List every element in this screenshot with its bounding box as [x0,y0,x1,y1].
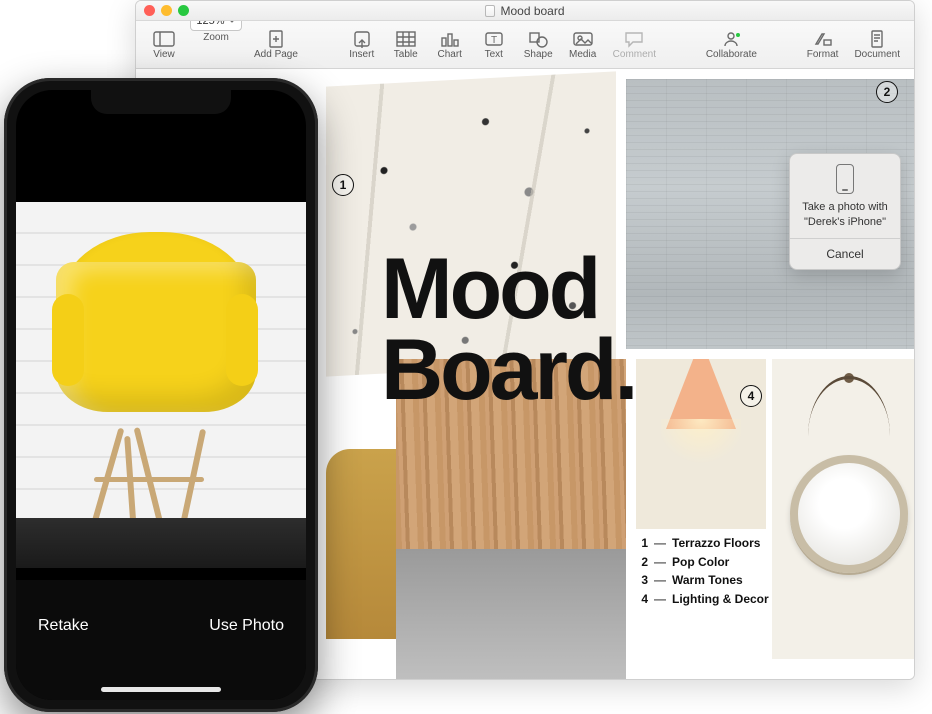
comment-button[interactable]: Comment [607,25,662,65]
continuity-camera-popover: Take a photo with "Derek's iPhone" Cance… [789,153,901,270]
legend-row: 3—Warm Tones [636,571,769,590]
marker-2[interactable]: 2 [876,81,898,103]
use-photo-button[interactable]: Use Photo [209,617,284,635]
media-icon [572,30,594,48]
insert-icon [351,30,373,48]
view-button[interactable]: View [144,25,184,65]
shape-icon [527,30,549,48]
legend-row: 4—Lighting & Decor [636,590,769,609]
format-icon [812,30,834,48]
home-indicator[interactable] [101,687,221,692]
format-button[interactable]: Format [801,25,845,65]
text-icon: T [483,30,505,48]
minimize-window-button[interactable] [161,5,172,16]
add-page-button[interactable]: Add Page [248,25,304,65]
legend-row: 2—Pop Color [636,553,769,572]
text-button[interactable]: T Text [474,25,514,65]
notch [91,90,231,114]
camera-photo-preview[interactable] [16,202,306,568]
close-window-button[interactable] [144,5,155,16]
table-icon [395,30,417,48]
table-button[interactable]: Table [386,25,426,65]
phone-icon [836,164,854,194]
chart-button[interactable]: Chart [430,25,470,65]
document-icon [866,30,888,48]
legend-row: 1—Terrazzo Floors [636,534,769,553]
shape-button[interactable]: Shape [518,25,559,65]
window-title: Mood board [500,4,564,18]
iphone-screen: Retake Use Photo [16,90,306,700]
iphone-device: Retake Use Photo [4,78,318,712]
document-icon [485,5,495,17]
image-mirror[interactable] [772,359,914,659]
legend: 1—Terrazzo Floors 2—Pop Color 3—Warm Ton… [636,534,769,608]
insert-button[interactable]: Insert [342,25,382,65]
image-fur-throw[interactable] [396,549,626,679]
retake-button[interactable]: Retake [38,617,89,635]
zoom-control[interactable]: 125% Zoom [188,25,244,65]
cancel-button[interactable]: Cancel [796,239,894,269]
image-pendant-lamp[interactable] [636,359,766,529]
marker-4[interactable]: 4 [740,385,762,407]
add-page-icon [265,30,287,48]
svg-text:T: T [491,35,497,46]
maximize-window-button[interactable] [178,5,189,16]
toolbar: View 125% Zoom Add Page Insert [136,21,914,69]
camera-action-bar: Retake Use Photo [16,580,306,700]
window-controls [144,5,189,16]
collaborate-button[interactable]: Collaborate [700,25,763,65]
media-button[interactable]: Media [563,25,603,65]
window-titlebar[interactable]: Mood board [136,1,914,21]
marker-1[interactable]: 1 [332,174,354,196]
comment-icon [623,30,645,48]
image-sofa-arm[interactable] [326,449,396,639]
document-button[interactable]: Document [848,25,906,65]
chart-icon [439,30,461,48]
collaborate-icon [720,30,742,48]
board-heading[interactable]: Mood Board. [381,249,635,411]
popover-message: Take a photo with "Derek's iPhone" [796,200,894,238]
sidebar-icon [153,30,175,48]
